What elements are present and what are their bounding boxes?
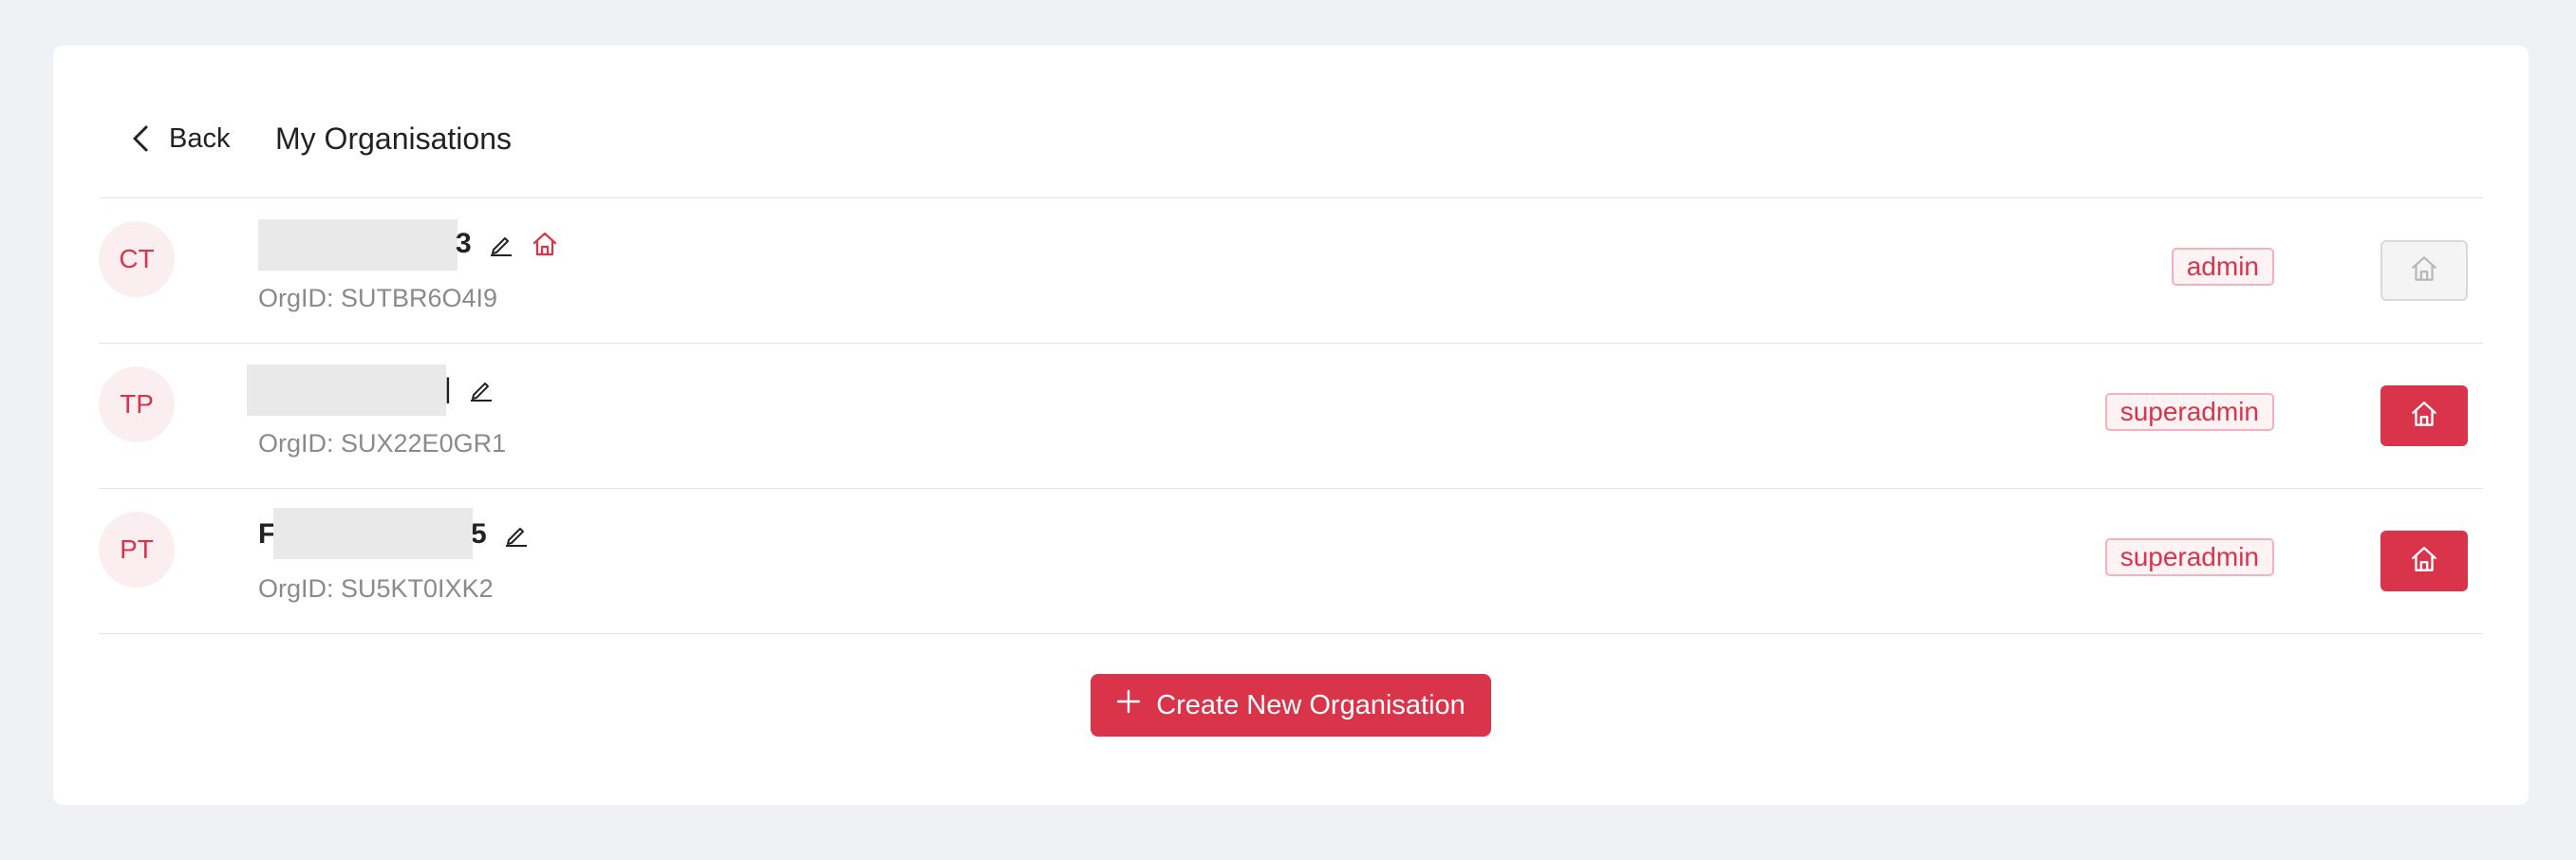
home-icon	[531, 230, 559, 258]
create-organisation-label: Create New Organisation	[1156, 689, 1465, 720]
switch-org-home-button[interactable]	[2380, 240, 2468, 301]
back-label: Back	[169, 122, 231, 154]
org-name: 3	[456, 228, 473, 259]
organisation-row: CT 3 OrgID: SUTBR6O4I9 admin	[99, 198, 2483, 344]
organisations-card: Back My Organisations CT 3 OrgID: SUTBR6…	[53, 46, 2529, 805]
create-organisation-button[interactable]: Create New Organisation	[1091, 674, 1491, 737]
redacted-name	[247, 365, 446, 416]
role-badge: admin	[2171, 248, 2274, 286]
redacted-name	[273, 508, 473, 559]
org-name-line: |	[444, 365, 495, 414]
page-title: My Organisations	[275, 122, 512, 156]
organisation-list: CT 3 OrgID: SUTBR6O4I9 admin TP | OrgID:…	[99, 197, 2483, 634]
pencil-icon[interactable]	[487, 230, 515, 258]
chevron-left-icon	[129, 123, 152, 154]
org-id: OrgID: SUTBR6O4I9	[258, 284, 498, 312]
org-id: OrgID: SU5KT0IXK2	[258, 574, 494, 603]
organisation-row: TP | OrgID: SUX22E0GR1 superadmin	[99, 344, 2483, 489]
switch-org-home-button[interactable]	[2380, 531, 2468, 591]
org-name-line: 3	[456, 219, 559, 269]
org-name: |	[444, 373, 453, 404]
org-id: OrgID: SUX22E0GR1	[258, 429, 507, 458]
home-icon	[2409, 544, 2439, 579]
avatar: CT	[99, 221, 175, 297]
home-icon	[2409, 253, 2439, 289]
organisation-row: PT F 45 OrgID: SU5KT0IXK2 superadmin	[99, 489, 2483, 634]
role-badge: superadmin	[2104, 393, 2274, 431]
plus-icon	[1116, 689, 1156, 721]
role-badge: superadmin	[2104, 538, 2274, 576]
pencil-icon[interactable]	[502, 520, 531, 549]
avatar: PT	[99, 512, 175, 588]
pencil-icon[interactable]	[467, 375, 495, 403]
back-button[interactable]: Back	[129, 122, 230, 156]
switch-org-home-button[interactable]	[2380, 385, 2468, 446]
redacted-name	[258, 219, 457, 271]
home-icon	[2409, 399, 2439, 434]
avatar: TP	[99, 366, 175, 442]
header: Back My Organisations	[53, 46, 2529, 197]
